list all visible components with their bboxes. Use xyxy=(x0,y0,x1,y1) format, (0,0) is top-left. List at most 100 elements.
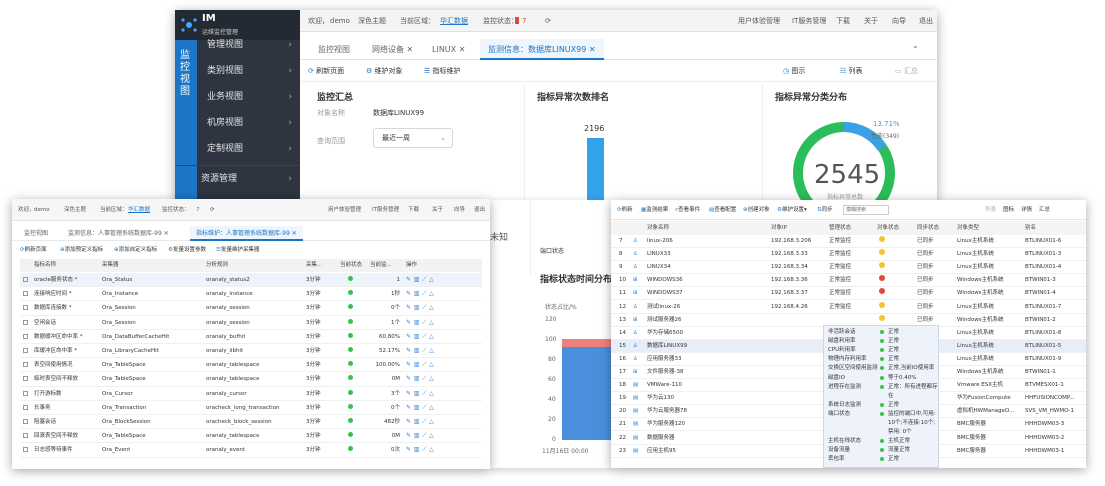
close-icon[interactable]: ✕ xyxy=(459,45,466,54)
col-interval[interactable]: 采集... xyxy=(306,259,322,272)
alert-icon[interactable]: △ xyxy=(429,276,435,283)
delete-icon[interactable]: ▥ xyxy=(414,418,421,425)
add-predefined-button[interactable]: ⊕添加预定义指标 xyxy=(60,242,103,258)
edit-icon[interactable]: ✎ xyxy=(406,304,412,311)
table-row[interactable]: 空闲会话 Ora_Session oranaly_session 3分钟 1个 ✎ ▥ ⟋… xyxy=(20,316,482,330)
link-logout[interactable]: 退出 xyxy=(474,199,485,221)
trend-icon[interactable]: ⟋ xyxy=(422,333,427,340)
search-input[interactable] xyxy=(843,205,889,215)
link-guide[interactable]: 向导 xyxy=(454,199,465,221)
table-row[interactable]: oracle服务状态 * Ora_Status oranaly_status2 3分钟… xyxy=(20,273,482,288)
table-row[interactable]: 打开游标数 Ora_Cursor oranaly_cursor 3分钟 3个 ✎ ▥ ⟋ … xyxy=(20,387,482,401)
trend-icon[interactable]: ⟋ xyxy=(422,375,427,382)
row-checkbox[interactable] xyxy=(23,348,28,353)
trend-icon[interactable]: ⟋ xyxy=(422,304,427,311)
col-metric[interactable]: 指标名称 xyxy=(34,259,56,272)
theme-select[interactable]: 深色主题 xyxy=(358,10,386,32)
sidebar-item-business[interactable]: 业务视图 › xyxy=(197,84,300,110)
edit-icon[interactable]: ✎ xyxy=(406,375,412,382)
monitor-result-button[interactable]: ▦监测结果 xyxy=(641,200,668,220)
sidebar-item-category[interactable]: 类别视图 › xyxy=(197,58,300,84)
batch-params-button[interactable]: ⚙批量设置参数 xyxy=(168,242,206,258)
col-ip[interactable]: 对象IP xyxy=(771,221,787,235)
tab-monitor-info[interactable]: 监测信息：人事管理系统数据库-99 ✕ xyxy=(62,226,175,241)
row-checkbox[interactable] xyxy=(23,333,28,339)
table-row[interactable]: 长事务 Ora_Transaction oracheck_long_transact… xyxy=(20,401,482,415)
row-checkbox[interactable] xyxy=(23,447,28,453)
edit-icon[interactable]: ✎ xyxy=(406,390,412,397)
alert-icon[interactable]: △ xyxy=(429,319,435,326)
link-download[interactable]: 下载 xyxy=(408,199,419,221)
link-it[interactable]: IT服务管理 xyxy=(372,199,399,221)
alert-icon[interactable]: △ xyxy=(429,375,435,382)
delete-icon[interactable]: ▥ xyxy=(414,319,421,326)
row-checkbox[interactable] xyxy=(23,404,28,410)
col-name[interactable]: 对象名称 xyxy=(647,221,669,235)
tab-db-monitor[interactable]: 监测信息：数据库LINUX99 ✕ xyxy=(480,39,604,60)
trend-icon[interactable]: ⟋ xyxy=(422,319,427,326)
view-events-button[interactable]: ⌕查看事件 xyxy=(675,200,700,220)
tab-linux[interactable]: LINUX ✕ xyxy=(424,39,473,60)
delete-icon[interactable]: ▥ xyxy=(414,290,421,297)
table-row[interactable]: 日志感等待事件 Ora_Event oranaly_event 3分钟 0次 ✎ ▥ ⟋ … xyxy=(20,443,482,458)
delete-icon[interactable]: ▥ xyxy=(414,404,421,411)
col-state[interactable]: 对象状态 xyxy=(877,221,899,235)
col-rule[interactable]: 分析规则 xyxy=(206,259,228,272)
alert-icon[interactable]: △ xyxy=(429,333,435,340)
link-ux[interactable]: 用户体验管理 xyxy=(738,10,780,32)
area-link[interactable]: 华汇数据 xyxy=(440,10,468,32)
trend-icon[interactable]: ⟋ xyxy=(422,446,427,453)
trend-icon[interactable]: ⟋ xyxy=(422,361,427,368)
area-link[interactable]: 华汇数据 xyxy=(128,199,150,221)
object-status-icon[interactable] xyxy=(879,248,885,261)
user-name[interactable]: demo xyxy=(34,199,50,221)
tab-network[interactable]: 网络设备 ✕ xyxy=(364,39,421,60)
user-name[interactable]: demo xyxy=(330,10,350,32)
edit-icon[interactable]: ✎ xyxy=(406,276,412,283)
view-icon[interactable]: 图标 xyxy=(1003,200,1014,220)
link-about[interactable]: 关于 xyxy=(864,10,878,32)
refresh-page-button[interactable]: ⟳刷新页面 xyxy=(20,242,47,258)
row-checkbox[interactable] xyxy=(23,376,28,382)
col-current[interactable]: 当前监... xyxy=(370,259,392,272)
alert-icon[interactable]: △ xyxy=(429,432,435,439)
maintain-metric-button[interactable]: ☰ 指标维护 xyxy=(424,60,461,82)
sidebar-item-room[interactable]: 机房视图 › xyxy=(197,110,300,136)
row-checkbox[interactable] xyxy=(23,390,28,396)
row-checkbox[interactable] xyxy=(23,362,28,368)
delete-icon[interactable]: ▥ xyxy=(414,432,421,439)
sidebar-item-custom[interactable]: 定制视图 › xyxy=(197,136,300,162)
alert-icon[interactable]: △ xyxy=(429,404,435,411)
refresh-icon[interactable]: ⟳ xyxy=(210,199,215,221)
delete-icon[interactable]: ▥ xyxy=(414,390,421,397)
object-status-icon[interactable] xyxy=(879,261,885,274)
table-row[interactable]: ⊞ 11 WINDOWS37 192.168.3.37 正常监控 已同步 Windows主机… xyxy=(611,287,1086,301)
alert-icon[interactable]: △ xyxy=(429,304,435,311)
object-status-icon[interactable] xyxy=(879,287,885,300)
list-view-button[interactable]: ☷ 列表 xyxy=(840,60,863,82)
theme-select[interactable]: 深色主题 xyxy=(64,199,86,221)
trend-icon[interactable]: ⟋ xyxy=(422,347,427,354)
row-checkbox[interactable] xyxy=(23,319,28,325)
table-row[interactable]: 数据库连接数 * Ora_Session oranaly_session 3分钟 0个 ✎… xyxy=(20,301,482,316)
row-checkbox[interactable] xyxy=(23,291,28,297)
col-collector[interactable]: 采集器 xyxy=(102,259,119,272)
rank-bar[interactable] xyxy=(587,138,604,200)
link-logout[interactable]: 退出 xyxy=(919,10,933,32)
alert-icon[interactable]: △ xyxy=(429,290,435,297)
edit-icon[interactable]: ✎ xyxy=(406,432,412,439)
delete-icon[interactable]: ▥ xyxy=(414,361,421,368)
chart-view-button[interactable]: ◷ 图示 xyxy=(783,60,805,82)
trend-icon[interactable]: ⟋ xyxy=(422,418,427,425)
sidebar-item-manage[interactable]: 管理视图 › xyxy=(197,32,300,58)
edit-icon[interactable]: ✎ xyxy=(406,361,412,368)
tab-metric-maintain[interactable]: 指标维护：人事管理系统数据库-99 ✕ xyxy=(190,226,303,241)
close-icon[interactable]: ✕ xyxy=(164,230,169,237)
table-row[interactable]: ♙ 8 LINUX33 192.168.3.33 正常监控 已同步 Linux主机系统 BTL… xyxy=(611,248,1086,262)
row-checkbox[interactable] xyxy=(23,305,28,311)
edit-icon[interactable]: ✎ xyxy=(406,290,412,297)
link-guide[interactable]: 向导 xyxy=(892,10,906,32)
close-icon[interactable]: ✕ xyxy=(589,45,596,54)
sync-button[interactable]: ⇅同步 xyxy=(817,200,833,220)
view-config-button[interactable]: ▤查看配置 xyxy=(709,200,736,220)
